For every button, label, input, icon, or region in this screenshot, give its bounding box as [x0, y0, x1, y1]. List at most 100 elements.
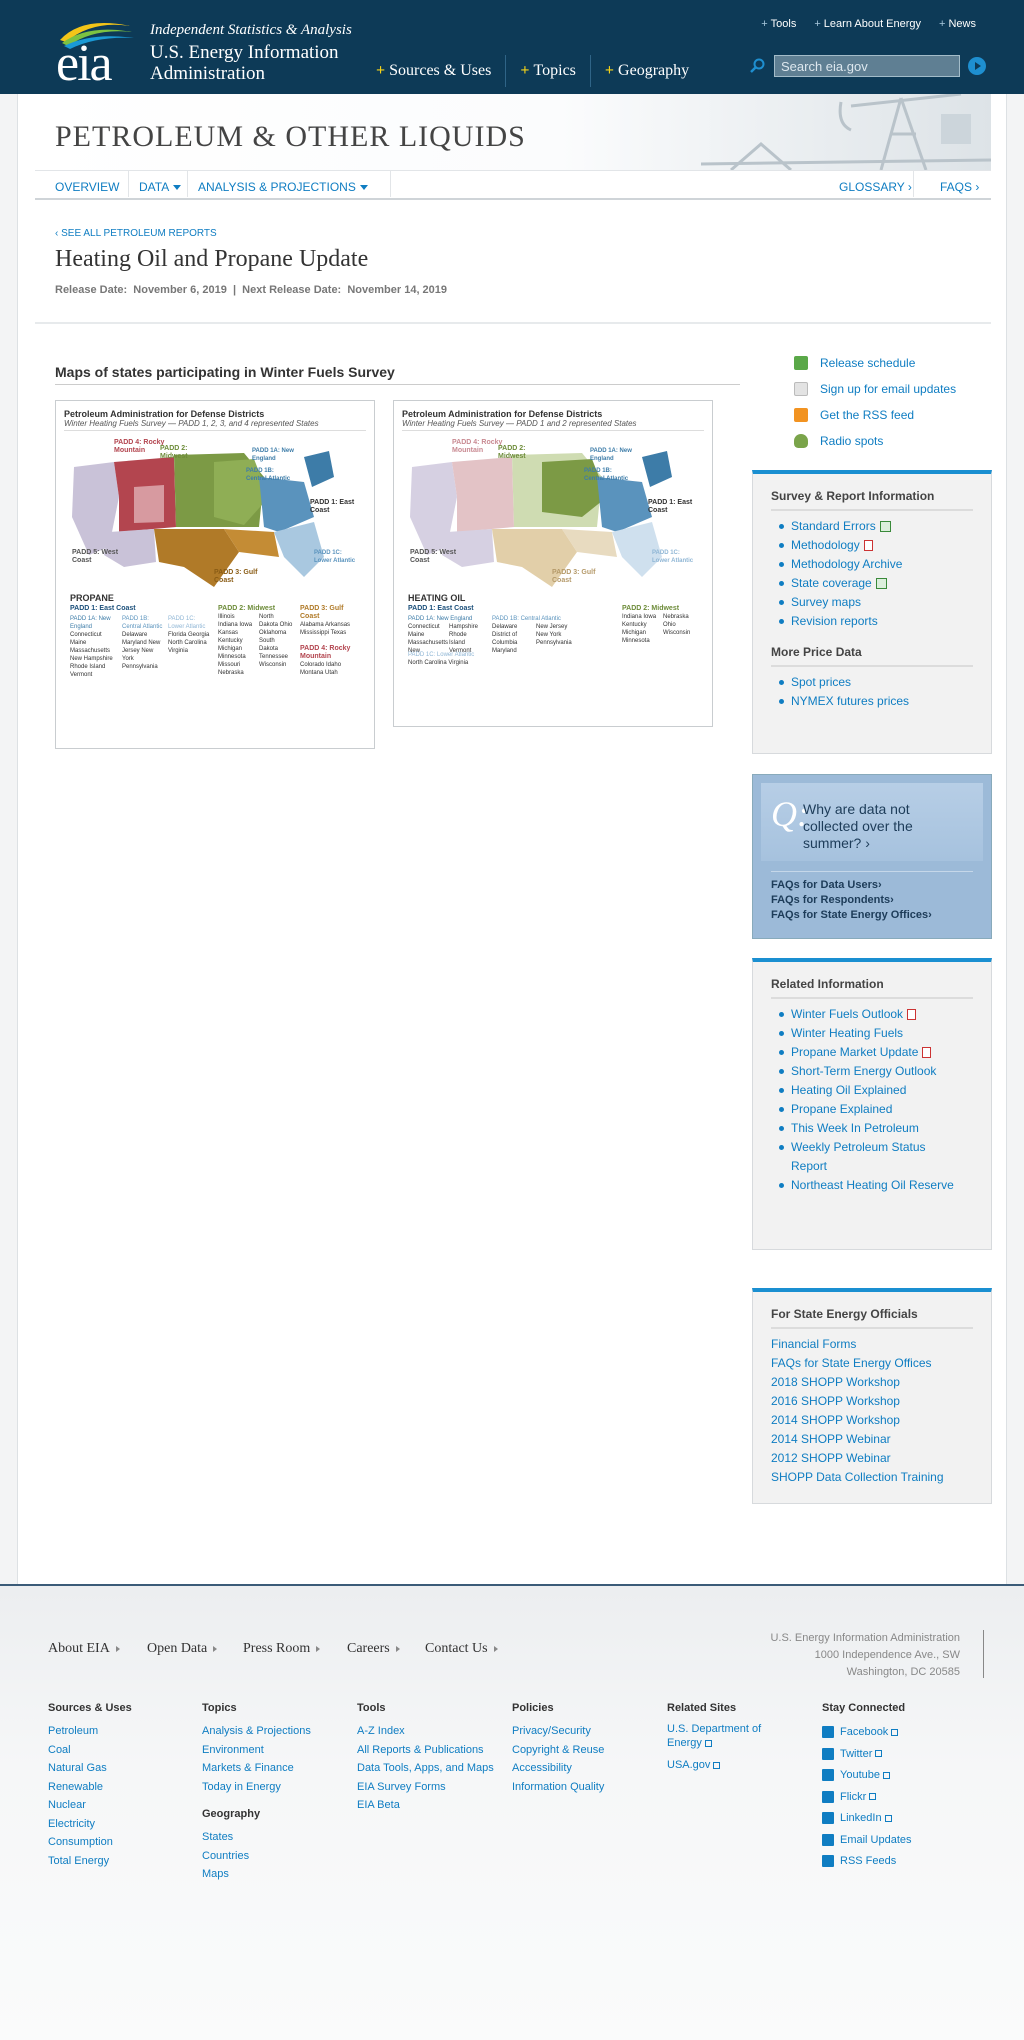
list-item[interactable]: 2014 SHOPP Webinar — [771, 1430, 991, 1449]
list-item[interactable]: Survey maps — [779, 593, 991, 612]
list-item[interactable]: Propane Market Update — [779, 1043, 991, 1062]
list-item[interactable]: 2018 SHOPP Workshop — [771, 1373, 991, 1392]
rss-feed-link[interactable]: Get the RSS feed — [794, 408, 914, 422]
flickr-link[interactable]: Flickr — [822, 1787, 912, 1809]
list-item[interactable]: Methodology Archive — [779, 555, 991, 574]
footer-about-link[interactable]: About EIA — [48, 1641, 120, 1657]
list-item[interactable]: Weekly Petroleum Status Report — [779, 1138, 961, 1176]
external-link-icon — [891, 1728, 899, 1736]
list-item[interactable]: Winter Heating Fuels — [779, 1024, 991, 1043]
heating-oil-map[interactable]: Petroleum Administration for Defense Dis… — [393, 400, 713, 727]
list-item[interactable]: SHOPP Data Collection Training — [771, 1468, 991, 1487]
tools-link[interactable]: + Tools — [761, 18, 796, 30]
section-banner: PETROLEUM & OTHER LIQUIDS — [35, 94, 991, 170]
footer-careers-link[interactable]: Careers — [347, 1641, 400, 1657]
tab-overview[interactable]: OVERVIEW — [55, 180, 119, 194]
nav-topics[interactable]: + Topics — [506, 55, 591, 87]
footer-link[interactable]: Information Quality — [512, 1778, 604, 1797]
footer-link[interactable]: All Reports & Publications — [357, 1741, 494, 1760]
list-item[interactable]: 2014 SHOPP Workshop — [771, 1411, 991, 1430]
footer-link[interactable]: Copyright & Reuse — [512, 1741, 604, 1760]
footer-link[interactable]: Consumption — [48, 1833, 132, 1852]
footer-link[interactable]: Environment — [202, 1741, 311, 1760]
list-item[interactable]: NYMEX futures prices — [779, 692, 991, 711]
learn-link[interactable]: + Learn About Energy — [814, 18, 921, 30]
list-item[interactable]: Heating Oil Explained — [779, 1081, 991, 1100]
faq-data-users-link[interactable]: FAQs for Data Users› — [771, 879, 882, 891]
link-label: Email Updates — [840, 1833, 912, 1846]
footer-link[interactable]: A-Z Index — [357, 1722, 494, 1741]
footer-link[interactable]: Natural Gas — [48, 1759, 132, 1778]
page-body: PETROLEUM & OTHER LIQUIDS OVERVIEW DATA … — [17, 94, 1007, 1584]
footer-contact-link[interactable]: Contact Us — [425, 1641, 498, 1657]
footer-link[interactable]: EIA Survey Forms — [357, 1778, 494, 1797]
footer-press-room-link[interactable]: Press Room — [243, 1641, 321, 1657]
footer-col-heading: Policies — [512, 1702, 554, 1714]
release-schedule-link[interactable]: Release schedule — [794, 356, 915, 370]
tab-data[interactable]: DATA — [139, 180, 182, 194]
footer-link[interactable]: Countries — [202, 1847, 311, 1866]
facebook-link[interactable]: Facebook — [822, 1722, 912, 1744]
glossary-link[interactable]: GLOSSARY › — [839, 180, 912, 194]
footer-link[interactable]: Analysis & Projections — [202, 1722, 311, 1741]
list-item[interactable]: Short-Term Energy Outlook — [779, 1062, 991, 1081]
tab-analysis[interactable]: ANALYSIS & PROJECTIONS — [198, 180, 368, 194]
list-item[interactable]: 2016 SHOPP Workshop — [771, 1392, 991, 1411]
legend-padd1a: PADD 1A: New England — [70, 616, 111, 630]
radio-spots-link[interactable]: Radio spots — [794, 434, 883, 448]
breadcrumb[interactable]: ‹ SEE ALL PETROLEUM REPORTS — [55, 228, 217, 239]
faq-question-panel[interactable]: Q: Why are data not collected over the s… — [761, 783, 983, 861]
footer-link[interactable]: Coal — [48, 1741, 132, 1760]
list-item[interactable]: Spot prices — [779, 673, 991, 692]
footer-open-data-link[interactable]: Open Data — [147, 1641, 218, 1657]
linkedin-link[interactable]: LinkedIn — [822, 1808, 912, 1830]
footer-link[interactable]: Renewable — [48, 1778, 132, 1797]
search-input[interactable]: Search eia.gov — [774, 55, 960, 77]
list-item[interactable]: 2012 SHOPP Webinar — [771, 1449, 991, 1468]
news-link[interactable]: + News — [939, 18, 976, 30]
footer-link[interactable]: States — [202, 1828, 311, 1847]
list-item[interactable]: Revision reports — [779, 612, 991, 631]
footer-link[interactable]: Maps — [202, 1865, 311, 1884]
nav-sources-uses[interactable]: + Sources & Uses — [362, 55, 507, 87]
nav-geography[interactable]: + Geography — [591, 55, 703, 87]
rss-feeds-link[interactable]: RSS Feeds — [822, 1851, 912, 1873]
list-item[interactable]: Financial Forms — [771, 1335, 991, 1354]
youtube-link[interactable]: Youtube — [822, 1765, 912, 1787]
survey-info-box: Survey & Report Information Standard Err… — [752, 470, 992, 754]
footer-link[interactable]: U.S. Department of Energy — [667, 1722, 777, 1750]
list-item[interactable]: Propane Explained — [779, 1100, 991, 1119]
list-item[interactable]: Northeast Heating Oil Reserve — [779, 1176, 961, 1195]
legend-padd1a: PADD 1A: New England — [408, 616, 473, 622]
email-updates-link[interactable]: Email Updates — [822, 1830, 912, 1852]
link-label: About EIA — [48, 1641, 110, 1656]
footer-link[interactable]: EIA Beta — [357, 1796, 494, 1815]
footer-link[interactable]: Accessibility — [512, 1759, 604, 1778]
footer-link[interactable]: Privacy/Security — [512, 1722, 604, 1741]
list-item[interactable]: State coverage — [779, 574, 991, 593]
nav-label: Geography — [618, 62, 690, 79]
list-item[interactable]: Winter Fuels Outlook — [779, 1005, 991, 1024]
footer-link[interactable]: USA.gov — [667, 1756, 777, 1775]
footer-link[interactable]: Data Tools, Apps, and Maps — [357, 1759, 494, 1778]
footer-link[interactable]: Today in Energy — [202, 1778, 311, 1797]
list-item[interactable]: Standard Errors — [779, 517, 991, 536]
search-go-button[interactable] — [968, 57, 986, 75]
list-item[interactable]: This Week In Petroleum — [779, 1119, 991, 1138]
eia-logo[interactable]: eia — [52, 16, 137, 90]
list-item[interactable]: FAQs for State Energy Offices — [771, 1354, 991, 1373]
faq-respondents-link[interactable]: FAQs for Respondents› — [771, 894, 894, 906]
list-item[interactable]: Methodology — [779, 536, 991, 555]
faqs-link[interactable]: FAQS › — [940, 180, 979, 194]
twitter-link[interactable]: Twitter — [822, 1744, 912, 1766]
envelope-icon — [822, 1833, 834, 1846]
footer-link[interactable]: Markets & Finance — [202, 1759, 311, 1778]
propane-map[interactable]: Petroleum Administration for Defense Dis… — [55, 400, 375, 749]
footer-link[interactable]: Electricity — [48, 1815, 132, 1834]
faq-state-offices-link[interactable]: FAQs for State Energy Offices› — [771, 909, 932, 921]
legend-padd1b: PADD 1B: Central Atlantic — [492, 616, 561, 622]
footer-link[interactable]: Nuclear — [48, 1796, 132, 1815]
footer-link[interactable]: Petroleum — [48, 1722, 132, 1741]
email-signup-link[interactable]: Sign up for email updates — [794, 382, 956, 396]
footer-link[interactable]: Total Energy — [48, 1852, 132, 1871]
